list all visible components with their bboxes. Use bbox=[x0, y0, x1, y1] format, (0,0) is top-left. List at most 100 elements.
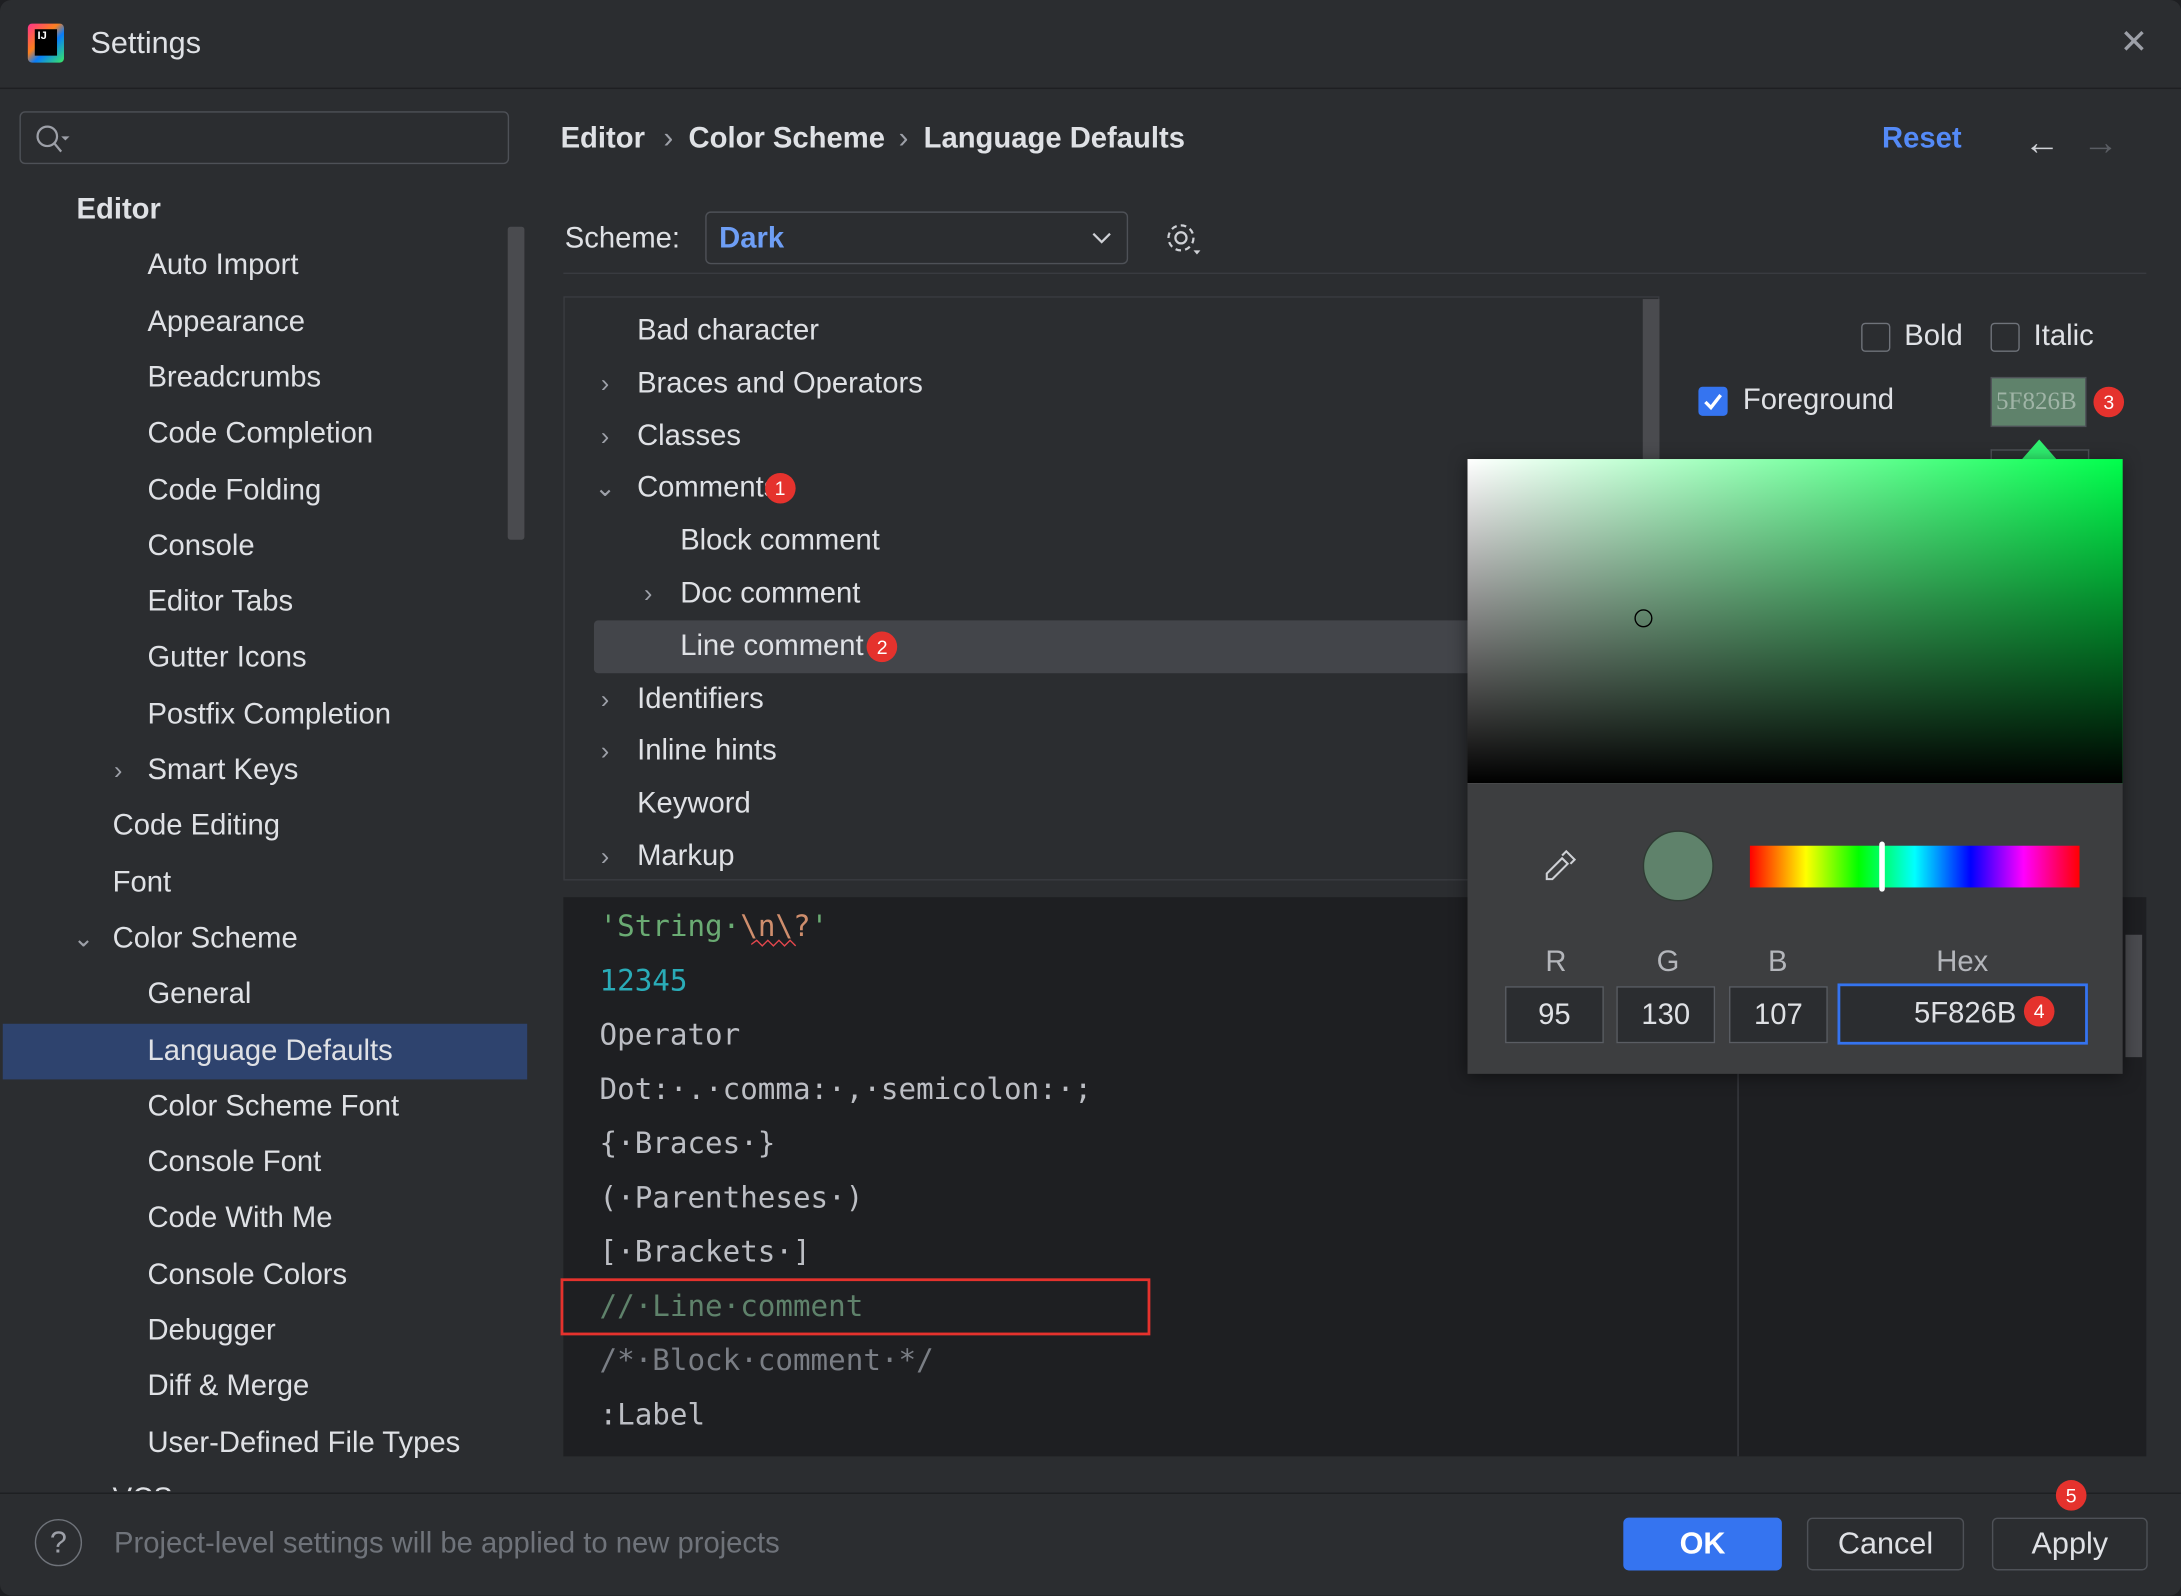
search-field[interactable] bbox=[76, 118, 500, 160]
code-line: :Label bbox=[600, 1397, 706, 1433]
breadcrumb-separator: › bbox=[898, 122, 909, 155]
sidebar-item-console[interactable]: Console bbox=[147, 528, 254, 564]
app-logo: IJ bbox=[27, 23, 64, 63]
settings-sidebar: Editor Auto Import Appearance Breadcrumbs Co… bbox=[0, 181, 529, 1491]
sidebar-item-code-completion[interactable]: Code Completion bbox=[147, 416, 373, 452]
chevron-right-icon[interactable]: › bbox=[601, 685, 609, 714]
red-input[interactable]: 95 bbox=[1505, 986, 1604, 1044]
tree-item-block-comment[interactable]: Block comment bbox=[680, 523, 880, 559]
bold-checkbox[interactable] bbox=[1861, 322, 1891, 352]
code-token: 12345 bbox=[599, 963, 688, 998]
sidebar-item-editor[interactable]: Editor bbox=[77, 192, 161, 228]
tree-item-comments[interactable]: Comments bbox=[637, 471, 778, 507]
sidebar-item-code-editing[interactable]: Code Editing bbox=[113, 809, 280, 845]
hex-label: Hex bbox=[1936, 945, 1989, 978]
sidebar-item-breadcrumbs[interactable]: Breadcrumbs bbox=[147, 360, 321, 396]
sidebar-item-console-colors[interactable]: Console Colors bbox=[147, 1257, 347, 1293]
code-line: {·Braces·} bbox=[600, 1125, 776, 1161]
foreground-checkbox[interactable] bbox=[1698, 386, 1728, 416]
tree-item-identifiers[interactable]: Identifiers bbox=[637, 681, 764, 717]
search-input[interactable] bbox=[19, 111, 510, 165]
gear-icon[interactable] bbox=[1164, 221, 1203, 260]
title-divider bbox=[0, 87, 2181, 90]
foreground-hex-value: 5F826B bbox=[1996, 386, 2077, 415]
tree-item-line-comment[interactable]: Line comment bbox=[680, 628, 863, 664]
annotation-badge: 1 bbox=[764, 473, 796, 505]
code-token: Operator bbox=[599, 1018, 741, 1052]
hue-slider[interactable] bbox=[1749, 841, 2080, 892]
sidebar-item-color-scheme-font[interactable]: Color Scheme Font bbox=[147, 1089, 399, 1125]
annotation-badge: 4 bbox=[2023, 995, 2055, 1027]
sidebar-item-debugger[interactable]: Debugger bbox=[147, 1313, 275, 1349]
annotation-badge: 2 bbox=[866, 631, 898, 662]
breadcrumb-editor[interactable]: Editor bbox=[561, 121, 645, 157]
settings-dialog: IJ Settings ✕ Editor Auto Import Appearanc… bbox=[0, 0, 2181, 1596]
reset-link[interactable]: Reset bbox=[1882, 121, 1962, 157]
italic-label: Italic bbox=[2033, 319, 2094, 352]
arrow-left-icon[interactable]: ← bbox=[2024, 124, 2060, 160]
chevron-right-icon[interactable]: › bbox=[601, 737, 609, 766]
tree-item-braces-and-operators[interactable]: Braces and Operators bbox=[637, 366, 923, 402]
saturation-brightness-area[interactable] bbox=[1467, 459, 2123, 784]
scheme-dropdown[interactable]: Dark bbox=[705, 211, 1129, 265]
arrow-right-icon[interactable]: → bbox=[2082, 124, 2118, 160]
color-cursor[interactable] bbox=[1634, 609, 1653, 628]
tree-item-doc-comment[interactable]: Doc comment bbox=[680, 576, 860, 612]
sidebar-item-diff-merge[interactable]: Diff & Merge bbox=[147, 1369, 309, 1405]
r-label: R bbox=[1545, 945, 1567, 978]
code-token: /*·Block·comment·*/ bbox=[599, 1343, 934, 1378]
typo-underline bbox=[751, 939, 797, 947]
sidebar-item-postfix-completion[interactable]: Postfix Completion bbox=[147, 696, 391, 732]
sidebar-item-appearance[interactable]: Appearance bbox=[147, 304, 305, 340]
sidebar-item-console-font[interactable]: Console Font bbox=[147, 1145, 321, 1181]
help-icon[interactable]: ? bbox=[34, 1518, 83, 1567]
sidebar-item-gutter-icons[interactable]: Gutter Icons bbox=[147, 640, 306, 676]
ok-button[interactable]: OK bbox=[1623, 1517, 1782, 1571]
tree-scrollbar[interactable] bbox=[1642, 299, 1660, 460]
b-label: B bbox=[1767, 945, 1788, 978]
sidebar-item-code-with-me[interactable]: Code With Me bbox=[147, 1201, 332, 1237]
hue-slider-thumb[interactable] bbox=[1878, 841, 1885, 892]
sidebar-item-smart-keys[interactable]: Smart Keys bbox=[147, 753, 298, 789]
code-line: Operator bbox=[600, 1017, 741, 1053]
chevron-down-icon[interactable]: ⌄ bbox=[595, 474, 616, 503]
tree-item-markup[interactable]: Markup bbox=[637, 839, 734, 875]
eyedropper-icon[interactable] bbox=[1541, 849, 1577, 885]
code-line: Dot:·.·comma:·,·semicolon:·; bbox=[600, 1071, 1092, 1107]
close-icon[interactable]: ✕ bbox=[2120, 24, 2148, 61]
annotation-badge: 5 bbox=[2055, 1480, 2087, 1511]
chevron-down-icon[interactable]: ⌄ bbox=[73, 924, 94, 953]
italic-checkbox[interactable] bbox=[1990, 322, 2020, 352]
sidebar-item-auto-import[interactable]: Auto Import bbox=[147, 248, 298, 284]
chevron-right-icon[interactable]: › bbox=[601, 842, 609, 871]
sidebar-item-general[interactable]: General bbox=[147, 977, 251, 1013]
tree-item-classes[interactable]: Classes bbox=[637, 418, 741, 454]
checkmark-icon bbox=[1704, 394, 1722, 411]
tree-item-inline-hints[interactable]: Inline hints bbox=[637, 734, 777, 770]
chevron-right-icon[interactable]: › bbox=[601, 369, 609, 398]
breadcrumb-separator: › bbox=[663, 122, 674, 155]
sidebar-item-language-defaults[interactable]: Language Defaults bbox=[147, 1033, 392, 1069]
sidebar-scrollbar[interactable] bbox=[507, 226, 525, 540]
code-token: (·Parentheses·) bbox=[599, 1180, 864, 1215]
foreground-color-swatch[interactable]: 5F826B bbox=[1990, 376, 2087, 428]
sidebar-item-editor-tabs[interactable]: Editor Tabs bbox=[147, 584, 293, 620]
sidebar-item-font[interactable]: Font bbox=[113, 865, 171, 901]
tree-item-keyword[interactable]: Keyword bbox=[637, 786, 751, 822]
chevron-right-icon[interactable]: › bbox=[644, 579, 652, 608]
breadcrumb-color-scheme[interactable]: Color Scheme bbox=[689, 121, 885, 157]
sidebar-item-vcs[interactable]: VCS bbox=[113, 1481, 173, 1491]
sidebar-item-code-folding[interactable]: Code Folding bbox=[147, 472, 321, 508]
sidebar-item-color-scheme[interactable]: Color Scheme bbox=[113, 921, 298, 957]
chevron-right-icon[interactable]: › bbox=[114, 756, 122, 785]
cancel-button[interactable]: Cancel bbox=[1806, 1517, 1965, 1571]
search-icon[interactable] bbox=[35, 124, 71, 155]
color-picker-popup: R G B Hex 95 130 107 5F826B 4 bbox=[1467, 459, 2123, 1074]
sidebar-item-user-defined-file-types[interactable]: User-Defined File Types bbox=[147, 1425, 460, 1461]
chevron-right-icon[interactable]: › bbox=[601, 422, 609, 451]
tree-item-bad-character[interactable]: Bad character bbox=[637, 313, 819, 349]
green-input[interactable]: 130 bbox=[1616, 986, 1716, 1044]
apply-button[interactable]: Apply bbox=[1991, 1517, 2148, 1571]
bold-label: Bold bbox=[1904, 319, 1963, 352]
blue-input[interactable]: 107 bbox=[1729, 986, 1828, 1044]
